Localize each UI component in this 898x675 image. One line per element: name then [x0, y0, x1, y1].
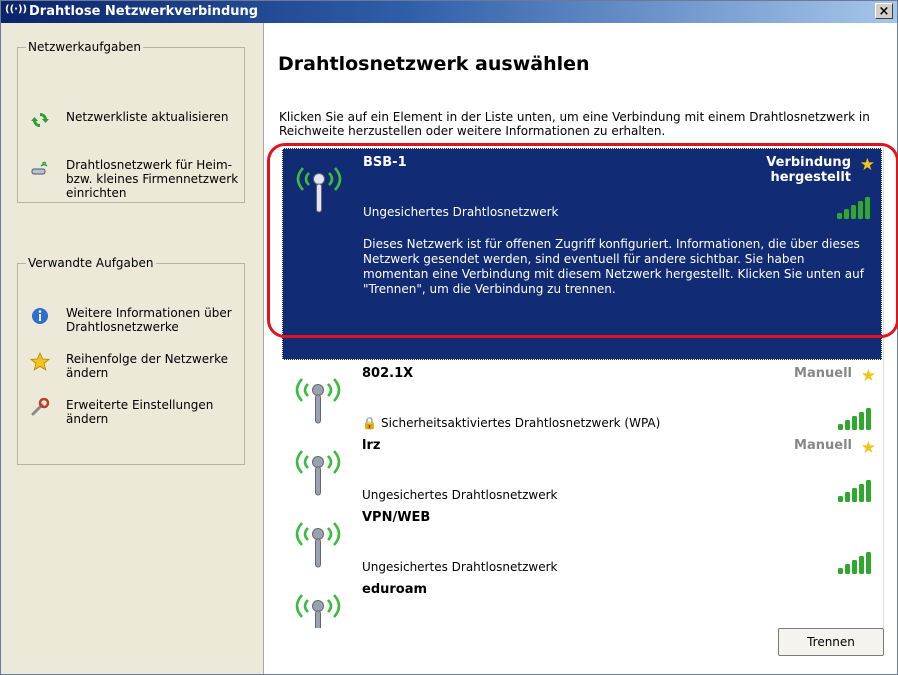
network-name: VPN/WEB	[362, 510, 431, 525]
refresh-icon	[31, 112, 49, 128]
network-item[interactable]: eduroam	[282, 576, 882, 628]
wireless-antenna-icon	[294, 518, 342, 570]
wireless-connection-window: ((·)) Drahtlose Netzwerkverbindung × Net…	[0, 0, 898, 675]
page-title: Drahtlosnetzwerk auswählen	[278, 53, 590, 75]
list-right-edge	[883, 148, 884, 628]
network-item[interactable]: VPN/WEB Ungesichertes Drahtlosnetzwerk	[282, 504, 882, 577]
wireless-antenna-icon	[294, 590, 342, 628]
network-name: BSB-1	[363, 155, 407, 170]
lock-icon: 🔒	[362, 416, 377, 430]
network-security: 🔒 Sicherheitsaktiviertes Drahtlosnetzwerk…	[362, 416, 660, 430]
network-security-label: Ungesichertes Drahtlosnetzwerk	[363, 205, 559, 219]
network-item[interactable]: lrz Ungesichertes Drahtlosnetzwerk Manuell…	[282, 432, 882, 505]
main-pane: Drahtlosnetzwerk auswählen Klicken Sie a…	[264, 23, 897, 674]
network-security: Ungesichertes Drahtlosnetzwerk	[362, 560, 558, 574]
star-icon	[30, 352, 50, 371]
title-bar[interactable]: ((·)) Drahtlose Netzwerkverbindung ×	[1, 1, 897, 23]
refresh-network-list-label: Netzwerkliste aktualisieren	[66, 110, 229, 124]
preferred-star-icon: ★	[860, 438, 876, 458]
network-item[interactable]: BSB-1 Ungesichertes Drahtlosnetzwerk Verbi…	[282, 148, 882, 360]
settings-icon	[31, 398, 50, 416]
network-order-task[interactable]: Reihenfolge der Netzwerke ändern	[30, 352, 240, 384]
signal-strength-icon	[838, 408, 874, 430]
refresh-network-list-task[interactable]: Netzwerkliste aktualisieren	[30, 110, 240, 128]
related-tasks-group: Verwandte Aufgaben Weitere Informationen…	[17, 256, 245, 465]
network-name: 802.1X	[362, 366, 414, 381]
network-order-label: Reihenfolge der Netzwerke ändern	[66, 352, 228, 380]
network-status: Verbindung hergestellt	[766, 155, 851, 185]
wireless-antenna-icon	[295, 163, 343, 215]
wireless-antenna-icon	[294, 374, 342, 426]
advanced-settings-label: Erweiterte Einstellungen ändern	[66, 398, 214, 426]
info-icon	[32, 308, 48, 324]
disconnect-button[interactable]: Trennen	[778, 628, 884, 656]
wireless-setup-icon	[31, 161, 48, 175]
network-tasks-title: Netzwerkaufgaben	[26, 40, 143, 54]
window-title: Drahtlose Netzwerkverbindung	[29, 4, 259, 19]
network-security-label: Ungesichertes Drahtlosnetzwerk	[362, 560, 558, 574]
more-info-task[interactable]: Weitere Informationen über Drahtlosnetzw…	[30, 306, 240, 338]
network-security: Ungesichertes Drahtlosnetzwerk	[363, 205, 559, 219]
related-tasks-title: Verwandte Aufgaben	[26, 256, 156, 270]
signal-strength-icon	[837, 197, 873, 219]
network-item[interactable]: 802.1X 🔒 Sicherheitsaktiviertes Drahtlosne…	[282, 360, 882, 433]
task-sidebar: Netzwerkaufgaben Netzwerkliste aktualisi…	[1, 23, 264, 674]
more-info-label: Weitere Informationen über Drahtlosnetzw…	[66, 306, 232, 334]
network-name: lrz	[362, 438, 381, 453]
network-details: Dieses Netzwerk ist für offenen Zugriff …	[363, 237, 864, 296]
network-list[interactable]: BSB-1 Ungesichertes Drahtlosnetzwerk Verbi…	[282, 148, 882, 628]
network-security: Ungesichertes Drahtlosnetzwerk	[362, 488, 558, 502]
network-security-label: Ungesichertes Drahtlosnetzwerk	[362, 488, 558, 502]
wireless-title-icon: ((·))	[5, 4, 28, 15]
close-button[interactable]: ×	[875, 3, 893, 19]
setup-wireless-network-label: Drahtlosnetzwerk für Heim- bzw. kleines …	[66, 158, 239, 200]
network-name: eduroam	[362, 582, 428, 597]
preferred-star-icon: ★	[860, 366, 876, 386]
advanced-settings-task[interactable]: Erweiterte Einstellungen ändern	[30, 398, 240, 430]
setup-wireless-network-task[interactable]: Drahtlosnetzwerk für Heim- bzw. kleines …	[30, 158, 240, 202]
page-description: Klicken Sie auf ein Element in der Liste…	[279, 110, 870, 138]
network-security-label: Sicherheitsaktiviertes Drahtlosnetzwerk …	[380, 416, 661, 430]
network-status: Manuell	[794, 438, 852, 453]
network-status: Manuell	[794, 366, 852, 381]
signal-strength-icon	[838, 480, 874, 502]
preferred-star-icon: ★	[859, 155, 875, 175]
wireless-antenna-icon	[294, 446, 342, 498]
signal-strength-icon	[838, 552, 874, 574]
network-tasks-group: Netzwerkaufgaben Netzwerkliste aktualisi…	[17, 40, 245, 203]
